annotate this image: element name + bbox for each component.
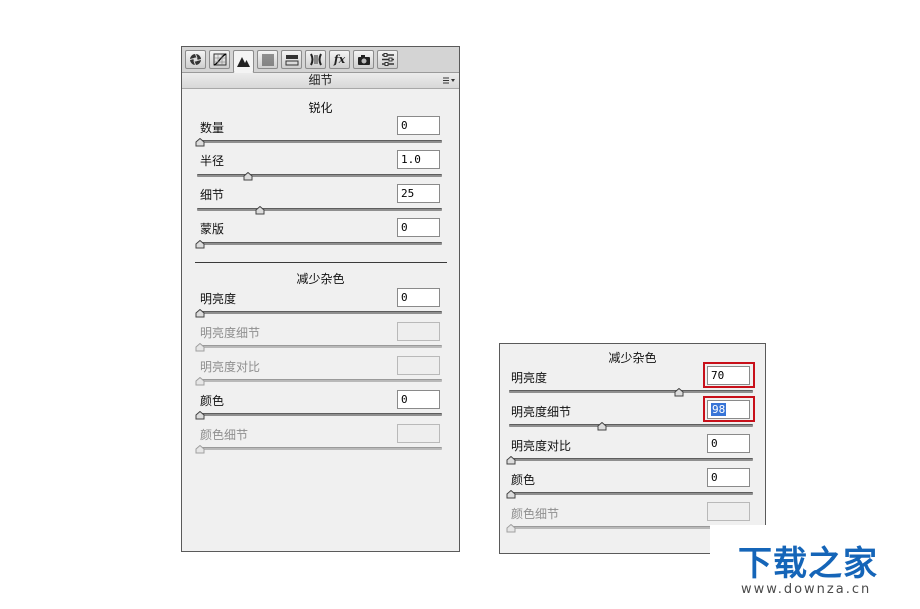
watermark-logo: 下载之家	[738, 544, 878, 584]
amount-slider-thumb[interactable]	[195, 138, 205, 147]
panel-menu-icon[interactable]	[443, 77, 455, 84]
color-detail-input	[397, 424, 440, 443]
section-divider	[195, 262, 447, 263]
radius-slider[interactable]	[197, 174, 442, 177]
panel-title: 细节	[308, 73, 333, 87]
luminance-slider-thumb[interactable]	[674, 388, 684, 397]
luminance-label: 明亮度	[200, 292, 237, 306]
color-slider-thumb[interactable]	[506, 490, 516, 499]
color-detail-input	[707, 502, 750, 521]
tone-curve-icon[interactable]	[209, 50, 230, 69]
luminance-slider-thumb[interactable]	[195, 309, 205, 318]
masking-slider-thumb[interactable]	[195, 240, 205, 249]
luminance-contrast-slider-thumb[interactable]	[506, 456, 516, 465]
color-detail-label: 颜色细节	[200, 428, 249, 442]
detail-slider-thumb[interactable]	[255, 206, 265, 215]
masking-slider[interactable]	[197, 242, 442, 245]
radius-input[interactable]: 1.0	[397, 150, 440, 169]
hsl-icon[interactable]	[257, 50, 278, 69]
detail-panel: fx 细节 锐化 数量 0 半径 1.0 细节 25 蒙版 0 减少杂色 明亮度…	[181, 46, 460, 552]
luminance-detail-slider-thumb	[195, 343, 205, 352]
detail-slider[interactable]	[197, 208, 442, 211]
detail-input[interactable]: 25	[397, 184, 440, 203]
noise-reduction-title: 减少杂色	[296, 272, 345, 286]
color-detail-label: 颜色细节	[511, 507, 560, 521]
panel-header: 细节	[182, 73, 459, 89]
presets-icon[interactable]	[377, 50, 398, 69]
luminance-input[interactable]: 0	[397, 288, 440, 307]
luminance-detail-slider	[197, 345, 442, 348]
luminance-detail-input	[397, 322, 440, 341]
amount-slider[interactable]	[197, 140, 442, 143]
color-label: 颜色	[511, 473, 536, 487]
color-detail-slider-thumb	[506, 524, 516, 533]
aperture-icon[interactable]	[185, 50, 206, 69]
luminance-contrast-label: 明亮度对比	[200, 360, 261, 374]
detail-label: 细节	[200, 188, 225, 202]
sharpening-title: 锐化	[308, 101, 333, 115]
color-slider[interactable]	[509, 492, 753, 495]
luminance-contrast-input[interactable]: 0	[707, 434, 750, 453]
luminance-detail-label: 明亮度细节	[511, 405, 572, 419]
color-slider-thumb[interactable]	[195, 411, 205, 420]
color-slider[interactable]	[197, 413, 442, 416]
color-input[interactable]: 0	[707, 468, 750, 487]
luminance-detail-slider[interactable]	[509, 424, 753, 427]
luminance-detail-label: 明亮度细节	[200, 326, 261, 340]
luminance-slider[interactable]	[197, 311, 442, 314]
masking-input[interactable]: 0	[397, 218, 440, 237]
luminance-label: 明亮度	[511, 371, 548, 385]
luminance-contrast-label: 明亮度对比	[511, 439, 572, 453]
masking-label: 蒙版	[200, 222, 225, 236]
luminance-highlight-box	[703, 362, 755, 388]
color-detail-slider-thumb	[195, 445, 205, 454]
color-label: 颜色	[200, 394, 225, 408]
radius-slider-thumb[interactable]	[243, 172, 253, 181]
panel-toolbar: fx	[182, 47, 459, 73]
radius-label: 半径	[200, 154, 225, 168]
lens-correction-icon[interactable]	[305, 50, 326, 69]
amount-input[interactable]: 0	[397, 116, 440, 135]
detail-icon[interactable]	[233, 50, 254, 73]
effects-icon[interactable]: fx	[329, 50, 350, 69]
luminance-contrast-slider-thumb	[195, 377, 205, 386]
luminance-contrast-slider[interactable]	[509, 458, 753, 461]
luminance-slider[interactable]	[509, 390, 753, 393]
color-input[interactable]: 0	[397, 390, 440, 409]
watermark-url: www.downza.cn	[741, 582, 872, 597]
noise-reduction-panel: 减少杂色 明亮度 70 明亮度细节 98 明亮度对比 0 颜色 0 颜色细节	[499, 343, 766, 554]
luminance-contrast-input	[397, 356, 440, 375]
camera-calibration-icon[interactable]	[353, 50, 374, 69]
luminance-detail-slider-thumb[interactable]	[597, 422, 607, 431]
split-toning-icon[interactable]	[281, 50, 302, 69]
amount-label: 数量	[200, 121, 225, 135]
color-detail-slider	[197, 447, 442, 450]
luminance-detail-highlight-box	[703, 396, 755, 422]
luminance-contrast-slider	[197, 379, 442, 382]
